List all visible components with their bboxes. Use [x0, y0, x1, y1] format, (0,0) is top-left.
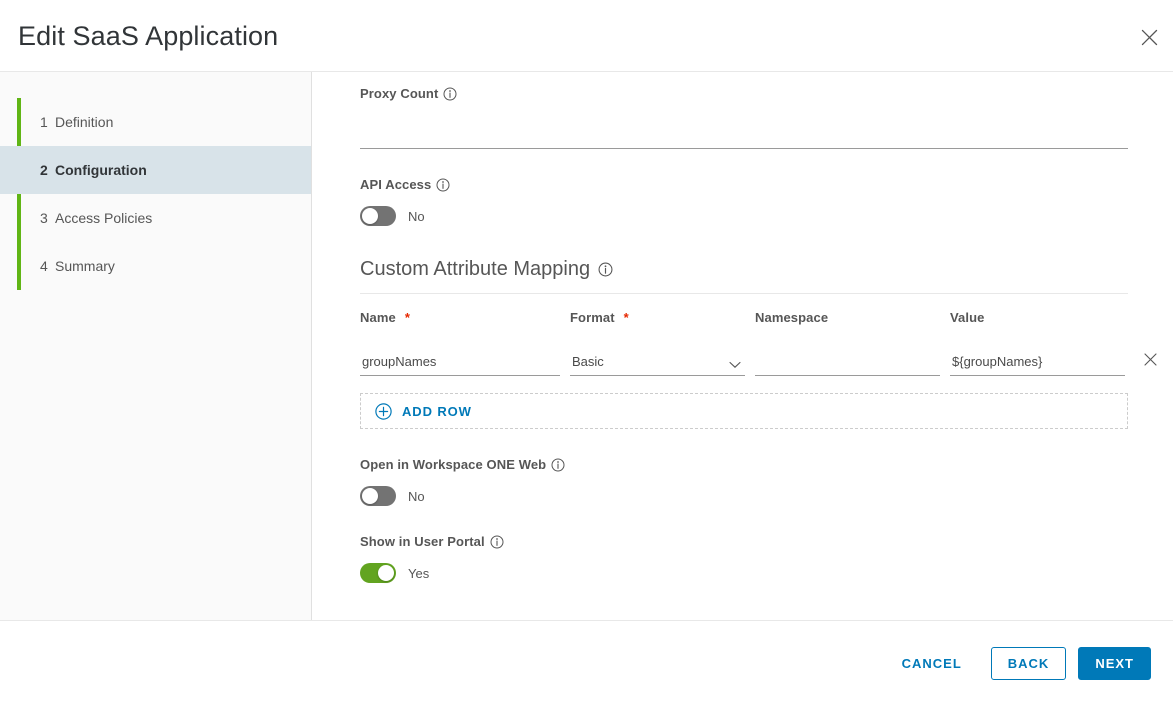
column-header-name-text: Name [360, 310, 396, 325]
info-icon[interactable] [490, 535, 504, 549]
api-access-toggle-state: No [408, 209, 425, 224]
open-in-workspace-one-web-toggle-state: No [408, 489, 425, 504]
next-button[interactable]: NEXT [1078, 647, 1151, 680]
open-in-workspace-one-web-label: Open in Workspace ONE Web [360, 457, 1128, 472]
open-in-workspace-one-web-field-group: Open in Workspace ONE Web No [360, 457, 1128, 506]
column-header-format-text: Format [570, 310, 615, 325]
attribute-name-cell [360, 348, 560, 376]
sidebar-item-label: Summary [55, 258, 115, 274]
column-header-namespace-text: Namespace [755, 310, 828, 325]
sidebar-item-label: Definition [55, 114, 113, 130]
column-header-namespace: Namespace [755, 310, 940, 325]
attribute-format-cell: Basic [570, 348, 745, 376]
close-icon [1141, 29, 1158, 46]
attribute-namespace-input[interactable] [755, 348, 940, 376]
modal-body: 1 Definition 2 Configuration 3 Access Po… [0, 72, 1173, 621]
info-icon[interactable] [551, 458, 565, 472]
required-marker: * [624, 310, 629, 325]
attribute-value-cell [950, 348, 1125, 376]
info-icon[interactable] [443, 87, 457, 101]
modal-header: Edit SaaS Application [0, 0, 1173, 72]
info-icon[interactable] [436, 178, 450, 192]
modal-footer: CANCEL BACK NEXT [0, 621, 1173, 706]
delete-row-button[interactable] [1140, 352, 1160, 372]
wizard-stepper-sidebar: 1 Definition 2 Configuration 3 Access Po… [0, 72, 312, 620]
show-in-user-portal-field-group: Show in User Portal Yes [360, 534, 1128, 583]
column-header-name: Name * [360, 310, 560, 325]
proxy-count-field-group: Proxy Count [360, 72, 1128, 149]
back-button[interactable]: BACK [991, 647, 1067, 680]
sidebar-item-configuration[interactable]: 2 Configuration [0, 146, 311, 194]
cancel-button[interactable]: CANCEL [885, 647, 979, 680]
show-in-user-portal-toggle-state: Yes [408, 566, 429, 581]
attribute-namespace-cell [755, 348, 940, 376]
add-row-label: ADD ROW [402, 404, 472, 419]
api-access-toggle[interactable] [360, 206, 396, 226]
custom-attribute-mapping-heading: Custom Attribute Mapping [360, 258, 1128, 294]
toggle-knob [362, 208, 378, 224]
step-number: 3 [40, 210, 48, 226]
api-access-field-group: API Access No [360, 177, 1128, 226]
toggle-knob [362, 488, 378, 504]
attribute-value-input[interactable] [950, 348, 1125, 376]
info-icon[interactable] [598, 262, 613, 277]
custom-attribute-mapping-heading-text: Custom Attribute Mapping [360, 258, 590, 281]
sidebar-item-definition[interactable]: 1 Definition [0, 98, 311, 146]
api-access-label-text: API Access [360, 177, 431, 192]
wizard-step-list: 1 Definition 2 Configuration 3 Access Po… [0, 98, 311, 290]
sidebar-item-summary[interactable]: 4 Summary [0, 242, 311, 290]
toggle-knob [378, 565, 394, 581]
step-number: 1 [40, 114, 48, 130]
show-in-user-portal-label: Show in User Portal [360, 534, 1128, 549]
edit-saas-application-modal: Edit SaaS Application 1 Definition 2 Con… [0, 0, 1173, 706]
proxy-count-label-text: Proxy Count [360, 86, 438, 101]
required-marker: * [405, 310, 410, 325]
api-access-toggle-row: No [360, 206, 1128, 226]
sidebar-item-access-policies[interactable]: 3 Access Policies [0, 194, 311, 242]
proxy-count-label: Proxy Count [360, 86, 1128, 101]
show-in-user-portal-toggle-row: Yes [360, 563, 1128, 583]
table-header-row: Name * Format * Namespace [360, 310, 1128, 325]
column-header-format: Format * [570, 310, 745, 325]
close-icon [1144, 353, 1157, 371]
open-in-workspace-one-web-toggle-row: No [360, 486, 1128, 506]
attribute-format-select[interactable]: Basic [570, 348, 745, 376]
step-number: 2 [40, 162, 48, 178]
attribute-delete-cell [1135, 352, 1165, 372]
close-modal-button[interactable] [1133, 21, 1165, 53]
show-in-user-portal-label-text: Show in User Portal [360, 534, 485, 549]
column-header-value-text: Value [950, 310, 984, 325]
plus-circle-icon [375, 403, 392, 420]
proxy-count-input[interactable] [360, 113, 1128, 149]
column-header-value: Value [950, 310, 1125, 325]
table-row: Basic [360, 345, 1128, 379]
sidebar-item-label: Access Policies [55, 210, 152, 226]
sidebar-item-label: Configuration [55, 162, 147, 178]
show-in-user-portal-toggle[interactable] [360, 563, 396, 583]
attribute-name-input[interactable] [360, 348, 560, 376]
open-in-workspace-one-web-toggle[interactable] [360, 486, 396, 506]
add-row-button[interactable]: ADD ROW [360, 393, 1128, 429]
api-access-label: API Access [360, 177, 1128, 192]
custom-attribute-mapping-table: Name * Format * Namespace [360, 310, 1128, 429]
step-number: 4 [40, 258, 48, 274]
open-in-workspace-one-web-label-text: Open in Workspace ONE Web [360, 457, 546, 472]
page-title: Edit SaaS Application [18, 18, 278, 54]
configuration-form-panel: Proxy Count API Access [312, 72, 1173, 620]
